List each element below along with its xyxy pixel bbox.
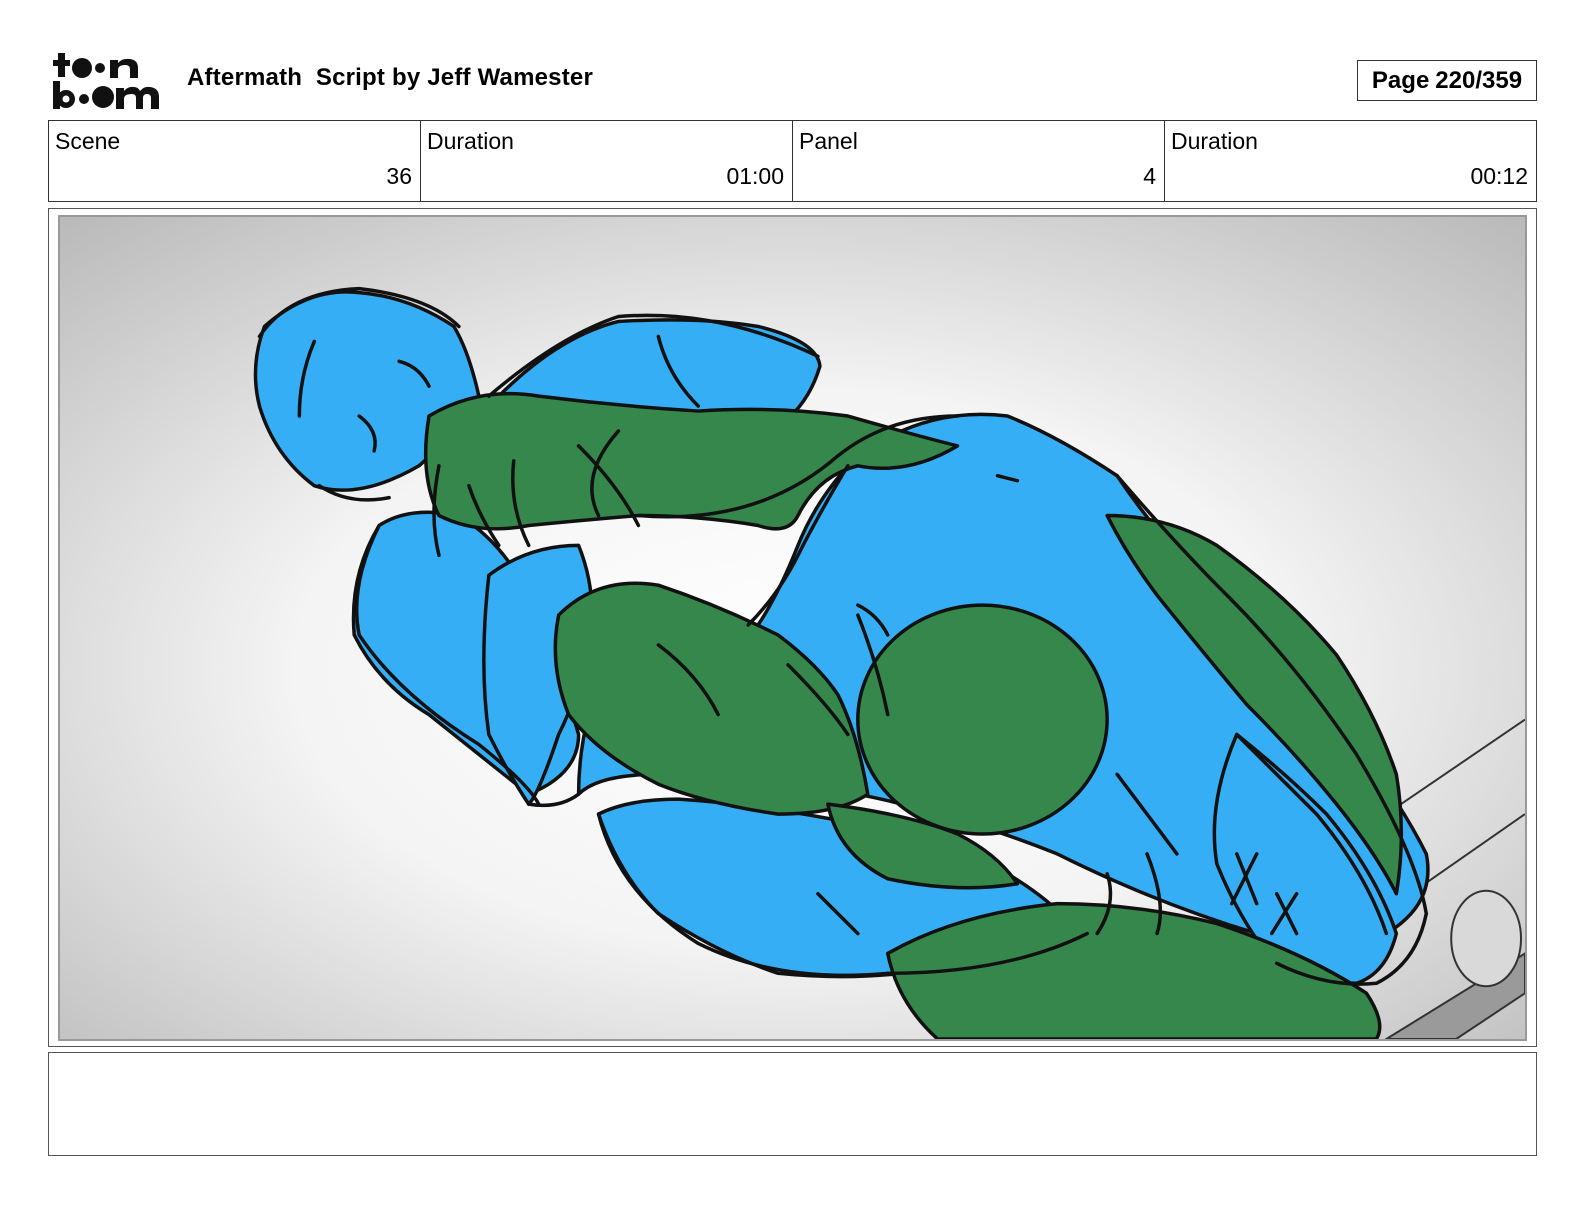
scene-duration-label: Duration (427, 128, 514, 154)
panel-duration-value: 00:12 (1470, 163, 1528, 189)
panel-label: Panel (799, 128, 858, 154)
page-label: Page (1371, 66, 1430, 94)
panel-cell: Panel 4 (793, 121, 1165, 201)
page-indicator: Page 220/359 (1357, 60, 1537, 101)
storyboard-info-table: Scene 36 Duration 01:00 Panel 4 Duration… (48, 120, 1537, 202)
scene-label: Scene (55, 128, 121, 154)
panel-duration-label: Duration (1171, 128, 1258, 154)
toon-boom-logo (52, 50, 164, 112)
scene-duration-cell: Duration 01:00 (421, 121, 793, 201)
panel-notes-area (48, 1052, 1537, 1156)
scene-duration-value: 01:00 (726, 163, 784, 189)
panel-value: 4 (1143, 163, 1156, 189)
panel-artwork (58, 215, 1527, 1041)
panel-duration-cell: Duration 00:12 (1165, 121, 1536, 201)
panel-drawing (60, 217, 1525, 1039)
panel-frame (48, 208, 1537, 1047)
scene-value: 36 (386, 163, 412, 189)
scene-cell: Scene 36 (49, 121, 421, 201)
document-title: Aftermath Script by Jeff Wamester (187, 64, 594, 91)
page-number: 220/359 (1435, 66, 1523, 94)
